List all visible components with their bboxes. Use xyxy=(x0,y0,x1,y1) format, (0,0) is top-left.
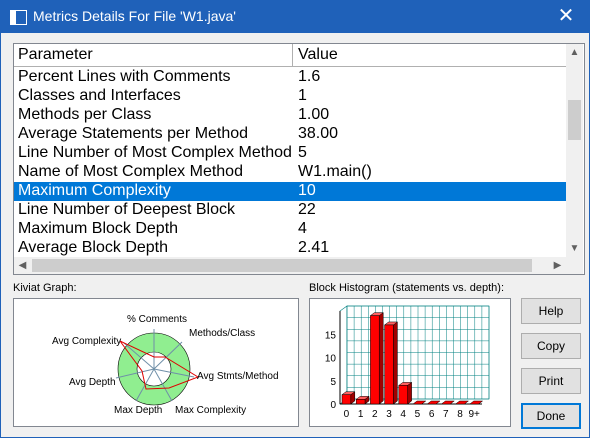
histogram-x-tick: 7 xyxy=(443,409,449,420)
title-bar: Metrics Details For File 'W1.java' ✕ xyxy=(1,1,589,33)
value-cell: 1.00 xyxy=(298,106,330,123)
metrics-table[interactable]: Parameter Value Percent Lines with Comme… xyxy=(13,43,585,275)
histogram-y-tick: 0 xyxy=(330,400,336,411)
parameter-cell: Line Number of Most Complex Method xyxy=(18,144,292,161)
copy-button[interactable]: Copy xyxy=(521,333,581,359)
value-cell: 22 xyxy=(298,201,316,218)
value-cell: 2.41 xyxy=(298,239,330,256)
table-row[interactable]: Average Block Depth 2.41 xyxy=(14,239,566,258)
kiviat-graph: % Comments Methods/Class Avg Stmts/Metho… xyxy=(13,298,299,427)
block-histogram: 15 10 5 0 0 1 2 3 4 5 6 7 8 9+ xyxy=(309,298,511,427)
value-cell: W1.main() xyxy=(298,163,372,180)
histogram-bar xyxy=(341,391,356,405)
parameter-cell: Average Block Depth xyxy=(18,239,169,256)
parameter-cell: Maximum Complexity xyxy=(18,182,171,199)
value-cell: 38.00 xyxy=(298,125,339,142)
histogram-x-tick: 5 xyxy=(415,409,421,420)
table-row[interactable]: Percent Lines with Comments 1.6 xyxy=(14,68,566,87)
value-cell: 4 xyxy=(298,220,307,237)
histogram-x-tick: 3 xyxy=(386,409,392,420)
histogram-label: Block Histogram (statements vs. depth): xyxy=(309,282,505,294)
table-row[interactable]: Maximum Block Depth 4 xyxy=(14,220,566,239)
value-cell: 10 xyxy=(298,182,316,199)
window-title: Metrics Details For File 'W1.java' xyxy=(33,8,236,24)
histogram-x-tick: 2 xyxy=(372,409,378,420)
histogram-bar xyxy=(398,381,413,405)
value-cell: 5 xyxy=(298,144,307,161)
parameter-cell: Classes and Interfaces xyxy=(18,87,181,104)
vertical-scrollbar[interactable]: ▲ ▼ xyxy=(566,44,583,257)
column-header-value[interactable]: Value xyxy=(298,46,338,64)
horizontal-scroll-thumb[interactable] xyxy=(32,259,532,272)
histogram-x-tick: 4 xyxy=(400,409,406,420)
kiviat-axis-label: Max Depth xyxy=(114,405,162,416)
close-button[interactable]: ✕ xyxy=(551,3,581,29)
kiviat-axis-label: Avg Stmts/Method xyxy=(197,371,279,382)
value-cell: 1 xyxy=(298,87,307,104)
parameter-cell: Name of Most Complex Method xyxy=(18,163,243,180)
print-button[interactable]: Print xyxy=(521,368,581,394)
table-body: Percent Lines with Comments 1.6 Classes an… xyxy=(14,68,566,258)
table-row[interactable]: Methods per Class 1.00 xyxy=(14,106,566,125)
column-header-parameter[interactable]: Parameter xyxy=(18,46,93,64)
histogram-y-tick: 10 xyxy=(325,354,337,365)
histogram-x-tick: 8 xyxy=(457,409,463,420)
scroll-up-icon[interactable]: ▲ xyxy=(566,44,583,61)
kiviat-axis-label: % Comments xyxy=(127,314,187,325)
parameter-cell: Methods per Class xyxy=(18,106,152,123)
parameter-cell: Percent Lines with Comments xyxy=(18,68,231,85)
metrics-dialog: Metrics Details For File 'W1.java' ✕ Par… xyxy=(0,0,590,438)
done-button[interactable]: Done xyxy=(521,403,581,429)
table-row[interactable]: Line Number of Most Complex Method 5 xyxy=(14,144,566,163)
scroll-down-icon[interactable]: ▼ xyxy=(566,240,583,257)
parameter-cell: Average Statements per Method xyxy=(18,125,249,142)
table-row[interactable]: Line Number of Deepest Block 22 xyxy=(14,201,566,220)
scroll-left-icon[interactable]: ◀ xyxy=(14,257,31,274)
horizontal-scrollbar[interactable]: ◀ ▶ xyxy=(14,257,566,274)
table-row[interactable]: Name of Most Complex Method W1.main() xyxy=(14,163,566,182)
histogram-y-tick: 5 xyxy=(330,377,336,388)
histogram-x-tick: 6 xyxy=(429,409,435,420)
kiviat-label: Kiviat Graph: xyxy=(13,282,77,294)
histogram-x-tick: 0 xyxy=(344,409,350,420)
help-button[interactable]: Help xyxy=(521,298,581,324)
table-row[interactable]: Maximum Complexity 10 xyxy=(14,182,566,201)
parameter-cell: Maximum Block Depth xyxy=(18,220,179,237)
histogram-bar xyxy=(383,321,399,405)
histogram-y-tick: 15 xyxy=(325,330,337,341)
histogram-x-tick: 9+ xyxy=(468,409,480,420)
kiviat-axis-label: Avg Complexity xyxy=(52,336,121,347)
kiviat-axis-label: Avg Depth xyxy=(69,377,116,388)
scroll-right-icon[interactable]: ▶ xyxy=(549,257,566,274)
table-row[interactable]: Average Statements per Method 38.00 xyxy=(14,125,566,144)
window-icon xyxy=(10,10,27,25)
value-cell: 1.6 xyxy=(298,68,321,85)
table-header: Parameter Value xyxy=(14,44,566,67)
histogram-bar xyxy=(369,312,384,405)
table-row[interactable]: Classes and Interfaces 1 xyxy=(14,87,566,106)
parameter-cell: Line Number of Deepest Block xyxy=(18,201,235,218)
kiviat-axis-label: Methods/Class xyxy=(189,328,255,339)
histogram-x-tick: 1 xyxy=(358,409,364,420)
vertical-scroll-thumb[interactable] xyxy=(568,100,581,140)
kiviat-axis-label: Max Complexity xyxy=(175,405,246,416)
